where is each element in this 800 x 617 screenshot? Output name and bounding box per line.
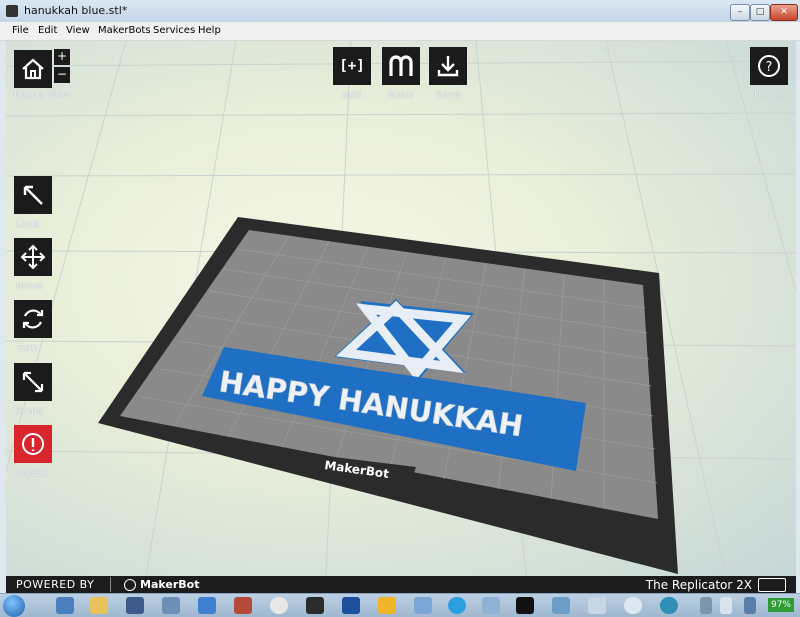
taskbar-app-icon[interactable] (234, 597, 252, 614)
browser-icon[interactable] (198, 597, 216, 614)
taskbar-app-icon[interactable] (588, 597, 606, 614)
taskbar-app-icon[interactable] (482, 597, 500, 614)
rotate-icon (22, 309, 44, 329)
move-arrows-icon (20, 244, 46, 270)
taskbar-app-icon[interactable] (56, 597, 74, 614)
help-glyph: ? (766, 60, 773, 75)
home-view-label: Home View (14, 90, 71, 101)
add-button[interactable]: [+] (333, 47, 371, 85)
taskbar-app-icon[interactable] (660, 597, 678, 614)
terminal-icon[interactable] (516, 597, 534, 614)
battery-indicator[interactable]: 97% (768, 598, 794, 612)
taskbar-app-icon[interactable] (162, 597, 180, 614)
home-view-button[interactable] (14, 50, 52, 88)
home-icon (22, 58, 44, 80)
window-titlebar: hanukkah blue.stl* – □ ✕ (0, 0, 800, 23)
scale-label: Scale (16, 406, 43, 417)
taskbar-app-icon[interactable] (126, 597, 144, 614)
printer-connection-icon[interactable] (758, 578, 786, 592)
download-icon (437, 56, 459, 77)
zoom-out-button[interactable]: − (54, 67, 70, 83)
menu-bar: File Edit View MakerBots Services Help (0, 22, 800, 41)
window-title: hanukkah blue.stl* (24, 4, 128, 17)
object-label: Object (14, 468, 47, 479)
look-arrow-icon (23, 185, 43, 205)
menu-services[interactable]: Services (153, 25, 195, 36)
maximize-button[interactable]: □ (750, 4, 770, 21)
3d-viewport[interactable]: HAPPY HANUKKAH MakerBot + − Home View [+… (6, 41, 796, 576)
tray-icon[interactable] (720, 597, 732, 614)
make-button[interactable] (382, 47, 420, 85)
look-button[interactable] (14, 176, 52, 214)
network-icon[interactable] (744, 597, 756, 614)
make-label: Make (387, 90, 414, 101)
makerbot-m-icon (389, 55, 413, 76)
help-icon: ? (758, 55, 780, 77)
makerbot-brand: MakerBot (140, 578, 200, 591)
chat-icon[interactable] (624, 597, 642, 614)
zoom-in-button[interactable]: + (54, 49, 70, 65)
start-button[interactable] (3, 595, 25, 617)
move-button[interactable] (14, 238, 52, 276)
powered-by-text: POWERED BY (16, 578, 95, 591)
printer-name[interactable]: The Replicator 2X (646, 578, 752, 592)
help-label: Help! (754, 90, 781, 101)
add-icon: [+] (339, 58, 365, 74)
info-icon (22, 433, 44, 455)
app-icon (6, 5, 18, 17)
scale-arrow-icon (22, 371, 44, 393)
taskbar-app-icon[interactable] (552, 597, 570, 614)
menu-file[interactable]: File (12, 25, 29, 36)
status-bar: POWERED BY MakerBot The Replicator 2X (6, 576, 796, 593)
menu-makerbots[interactable]: MakerBots (98, 25, 151, 36)
close-button[interactable]: ✕ (770, 4, 798, 21)
minimize-button[interactable]: – (730, 4, 750, 21)
help-button[interactable]: ? (750, 47, 788, 85)
save-button[interactable] (429, 47, 467, 85)
divider (110, 577, 111, 592)
taskbar-app-icon[interactable] (414, 597, 432, 614)
folder-icon[interactable] (90, 597, 108, 614)
tray-icon[interactable] (700, 597, 712, 614)
build-scene: HAPPY HANUKKAH MakerBot (6, 41, 796, 576)
look-label: Look (16, 219, 40, 230)
taskbar-app-icon[interactable] (378, 597, 396, 614)
menu-edit[interactable]: Edit (38, 25, 57, 36)
info-app-icon[interactable] (342, 597, 360, 614)
object-button[interactable] (14, 425, 52, 463)
move-label: Move (16, 281, 43, 292)
chrome-icon[interactable] (270, 597, 288, 614)
save-label: Save (436, 90, 461, 101)
scale-button[interactable] (14, 363, 52, 401)
menu-view[interactable]: View (66, 25, 90, 36)
skype-icon[interactable] (448, 597, 466, 614)
os-taskbar: 97% (0, 593, 800, 617)
menu-help[interactable]: Help (198, 25, 221, 36)
makerbot-logo-icon (124, 579, 136, 591)
taskbar-app-icon[interactable] (306, 597, 324, 614)
turn-button[interactable] (14, 300, 52, 338)
turn-label: Turn (16, 343, 38, 354)
add-label: Add (342, 90, 362, 101)
